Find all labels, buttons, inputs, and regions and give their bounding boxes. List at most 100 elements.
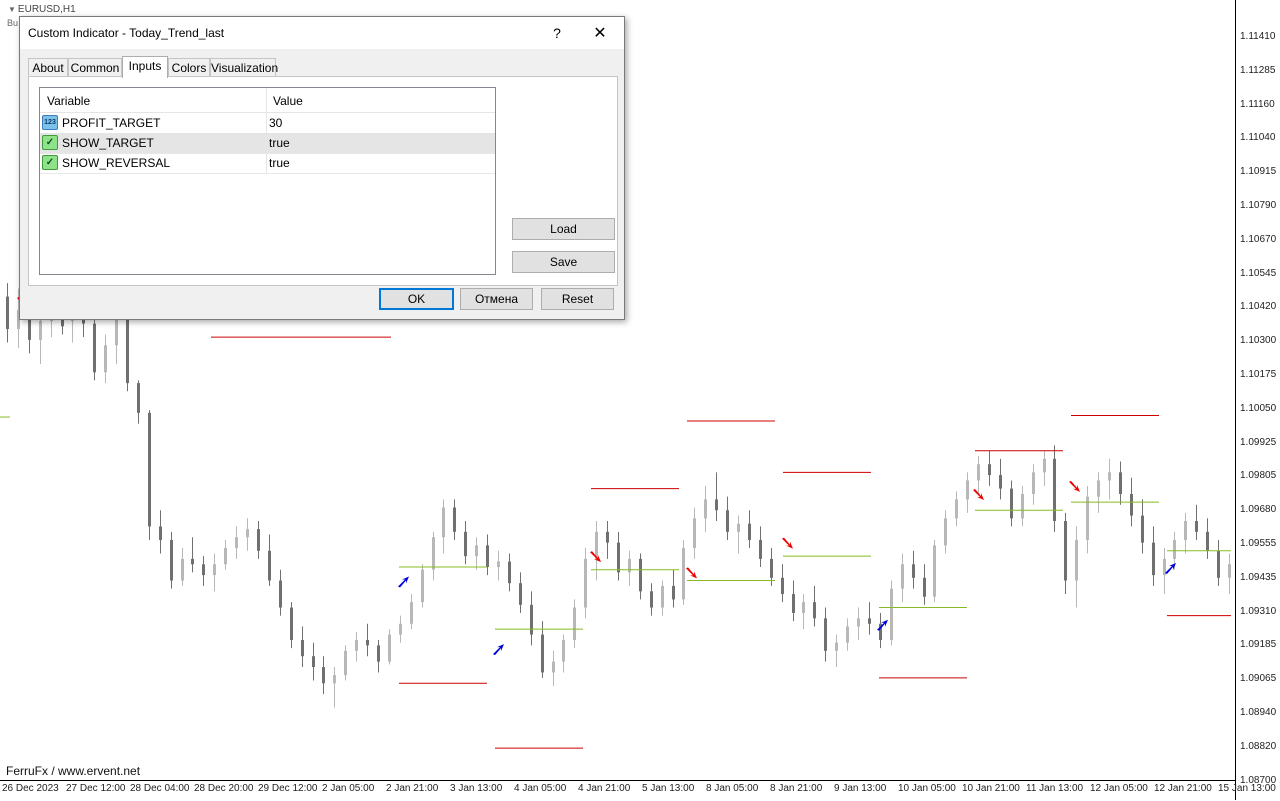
candle-body xyxy=(933,545,936,597)
price-label: 1.10915 xyxy=(1240,166,1277,178)
reset-button[interactable]: Reset xyxy=(541,288,614,310)
candle-body xyxy=(377,645,380,662)
time-label: 15 Jan 13:00 xyxy=(1218,783,1276,794)
candle-body xyxy=(246,529,249,538)
time-label: 12 Jan 21:00 xyxy=(1154,783,1212,794)
price-label: 1.09925 xyxy=(1240,436,1277,448)
price-label: 1.09555 xyxy=(1240,538,1277,549)
candle-body xyxy=(584,558,587,608)
candle-body xyxy=(955,499,958,519)
candle-body xyxy=(1184,521,1187,540)
candle-body xyxy=(1097,480,1100,497)
candle-body xyxy=(1152,542,1155,576)
candle-body xyxy=(268,550,271,581)
candle-body xyxy=(322,667,325,684)
candle-body xyxy=(639,558,642,592)
time-label: 27 Dec 12:00 xyxy=(66,783,126,794)
candle-body xyxy=(159,526,162,540)
candle-body xyxy=(475,545,478,557)
candle-body xyxy=(344,650,347,676)
ok-button[interactable]: OK xyxy=(379,288,454,310)
candle-body xyxy=(1021,493,1024,519)
tab-inputs[interactable]: Inputs xyxy=(122,56,168,78)
price-label: 1.11040 xyxy=(1240,132,1276,144)
candle-body xyxy=(355,639,358,651)
candle-body xyxy=(388,634,391,662)
candle-body xyxy=(562,639,565,662)
candle-body xyxy=(410,602,413,624)
candle-body xyxy=(1010,488,1013,519)
candle-body xyxy=(202,564,205,576)
tab-colors[interactable]: Colors xyxy=(168,58,210,77)
time-label: 28 Dec 20:00 xyxy=(194,783,254,794)
tab-common[interactable]: Common xyxy=(68,58,122,77)
dialog-titlebar[interactable]: Custom Indicator - Today_Trend_last ? ✕ xyxy=(20,17,624,49)
load-button[interactable]: Load xyxy=(512,218,615,240)
candle-body xyxy=(628,558,631,573)
candle-body xyxy=(552,661,555,673)
candle-body xyxy=(148,412,151,527)
price-label: 1.08820 xyxy=(1240,740,1277,752)
boolean-type-icon: ✓ xyxy=(42,155,58,170)
candle-body xyxy=(1075,539,1078,581)
sell-arrow-icon xyxy=(686,567,697,579)
candle-body xyxy=(792,594,795,613)
time-label: 28 Dec 04:00 xyxy=(130,783,190,794)
input-value[interactable]: true xyxy=(269,136,290,150)
price-label: 1.09435 xyxy=(1240,571,1277,583)
collapse-triangle-icon[interactable]: ▼ xyxy=(8,5,16,14)
grid-header: Variable Value xyxy=(40,88,495,113)
candle-body xyxy=(290,607,293,640)
save-button[interactable]: Save xyxy=(512,251,615,273)
input-name: PROFIT_TARGET xyxy=(62,116,161,130)
candle-body xyxy=(1228,564,1231,578)
input-row-show-target[interactable]: ✓ SHOW_TARGET true xyxy=(40,133,495,154)
input-value[interactable]: true xyxy=(269,156,290,170)
price-label: 1.09310 xyxy=(1240,605,1277,617)
help-button[interactable]: ? xyxy=(535,17,579,49)
input-value[interactable]: 30 xyxy=(269,116,282,130)
candle-body xyxy=(1108,472,1111,481)
candle-body xyxy=(606,531,609,543)
price-label: 1.10300 xyxy=(1240,335,1277,347)
tab-about[interactable]: About xyxy=(28,58,68,77)
inputs-grid[interactable]: Variable Value 123 PROFIT_TARGET 30 ✓ SH… xyxy=(39,87,496,275)
candle-body xyxy=(421,569,424,603)
price-label: 1.09065 xyxy=(1240,673,1277,685)
time-label: 10 Jan 05:00 xyxy=(898,783,956,794)
cancel-button[interactable]: Отмена xyxy=(460,288,533,310)
buy-arrow-icon xyxy=(877,619,888,631)
candle-body xyxy=(137,383,140,413)
candle-body xyxy=(835,642,838,651)
candle-body xyxy=(923,577,926,597)
candle-body xyxy=(988,464,991,476)
price-label: 1.10790 xyxy=(1240,200,1277,211)
candle-body xyxy=(432,537,435,570)
candle-body xyxy=(508,561,511,584)
close-button[interactable]: ✕ xyxy=(578,17,622,49)
chart-symbol-label: ▼ EURUSD,H1 xyxy=(8,4,76,15)
candle-body xyxy=(650,591,653,608)
candle-body xyxy=(868,618,871,624)
candle-body xyxy=(901,564,904,589)
price-label: 1.10670 xyxy=(1240,233,1277,245)
candle-body xyxy=(846,626,849,643)
column-header-value[interactable]: Value xyxy=(273,94,303,108)
candle-body xyxy=(813,602,816,619)
input-name: SHOW_REVERSAL xyxy=(62,156,171,170)
sell-arrow-icon xyxy=(1069,480,1080,492)
price-label: 1.10420 xyxy=(1240,301,1277,313)
price-label: 1.09805 xyxy=(1240,470,1277,482)
column-header-variable[interactable]: Variable xyxy=(47,94,90,108)
candle-body xyxy=(737,523,740,532)
time-label: 3 Jan 13:00 xyxy=(450,783,503,794)
input-row-show-reversal[interactable]: ✓ SHOW_REVERSAL true xyxy=(40,153,495,174)
column-separator[interactable] xyxy=(266,88,267,112)
tab-visualization[interactable]: Visualization xyxy=(210,58,278,77)
candle-body xyxy=(748,523,751,540)
integer-type-icon: 123 xyxy=(42,115,58,130)
candle-body xyxy=(693,518,696,549)
buy-arrow-icon xyxy=(398,576,409,588)
watermark-text: FerruFx / www.ervent.net xyxy=(6,764,141,778)
input-row-profit-target[interactable]: 123 PROFIT_TARGET 30 xyxy=(40,113,495,134)
